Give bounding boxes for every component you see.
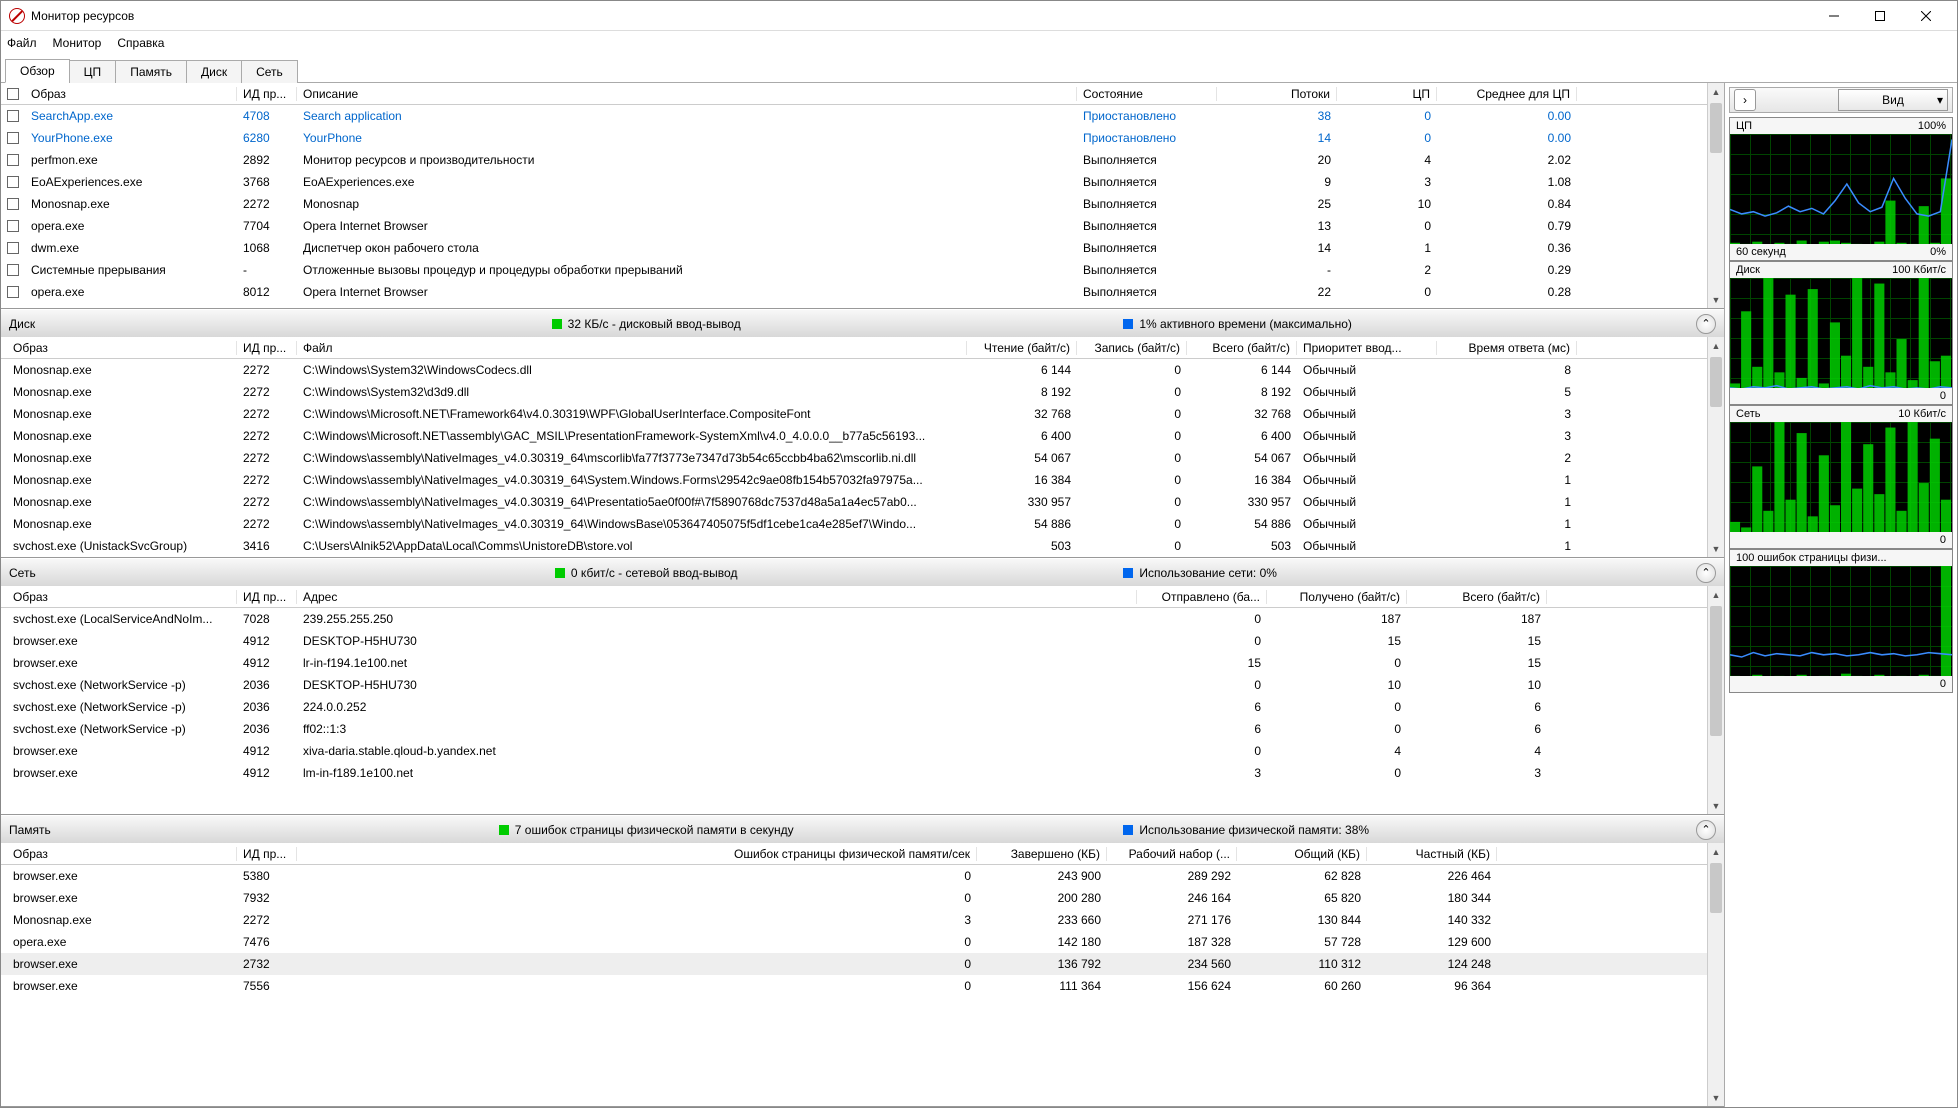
table-row[interactable]: SearchApp.exe 4708 Search application Пр… <box>1 105 1724 127</box>
net-io-icon <box>555 568 565 578</box>
disk-io-icon <box>552 319 562 329</box>
table-row[interactable]: Monosnap.exe 2272 C:\Windows\System32\d3… <box>1 381 1724 403</box>
disk-scrollbar[interactable]: ▲▼ <box>1707 337 1724 557</box>
table-row[interactable]: svchost.exe (NetworkService -p) 2036 DES… <box>1 674 1724 696</box>
table-row[interactable]: browser.exe 4912 lr-in-f194.1e100.net 15… <box>1 652 1724 674</box>
chart: Сеть10 Кбит/с 0 <box>1729 405 1953 549</box>
table-row[interactable]: browser.exe 7556 0 111 364 156 624 60 26… <box>1 975 1724 997</box>
net-usage-icon <box>1123 568 1133 578</box>
cpu-grid-header[interactable]: Образ ИД пр... Описание Состояние Потоки… <box>1 83 1724 105</box>
table-row[interactable]: svchost.exe (NetworkService -p) 2036 224… <box>1 696 1724 718</box>
table-row[interactable]: svchost.exe (NetworkService -p) 2036 ff0… <box>1 718 1724 740</box>
menu-file[interactable]: Файл <box>7 36 37 50</box>
row-checkbox[interactable] <box>7 264 19 276</box>
memory-panel-header[interactable]: Память 7 ошибок страницы физической памя… <box>1 815 1724 843</box>
table-row[interactable]: Monosnap.exe 2272 C:\Windows\Microsoft.N… <box>1 403 1724 425</box>
table-row[interactable]: browser.exe 2732 0 136 792 234 560 110 3… <box>1 953 1724 975</box>
table-row[interactable]: Monosnap.exe 2272 C:\Windows\assembly\Na… <box>1 513 1724 535</box>
row-checkbox[interactable] <box>7 110 19 122</box>
row-checkbox[interactable] <box>7 286 19 298</box>
disk-collapse-button[interactable] <box>1696 314 1716 334</box>
tab-overview[interactable]: Обзор <box>5 59 70 83</box>
table-row[interactable]: dwm.exe 1068 Диспетчер окон рабочего сто… <box>1 237 1724 259</box>
table-row[interactable]: Monosnap.exe 2272 C:\Windows\Microsoft.N… <box>1 425 1724 447</box>
app-icon <box>9 8 25 24</box>
mem-faults-icon <box>499 825 509 835</box>
row-checkbox[interactable] <box>7 242 19 254</box>
row-checkbox[interactable] <box>7 132 19 144</box>
table-row[interactable]: Monosnap.exe 2272 C:\Windows\assembly\Na… <box>1 491 1724 513</box>
charts-sidebar: › Вид ▾ ЦП100% 60 секунд0% Диск100 Кбит/… <box>1725 83 1957 1107</box>
network-grid-header[interactable]: Образ ИД пр... Адрес Отправлено (ба... П… <box>1 586 1724 608</box>
table-row[interactable]: Monosnap.exe 2272 C:\Windows\assembly\Na… <box>1 469 1724 491</box>
menu-help[interactable]: Справка <box>117 36 164 50</box>
table-row[interactable]: perfmon.exe 2892 Монитор ресурсов и прои… <box>1 149 1724 171</box>
chart: ЦП100% 60 секунд0% <box>1729 117 1953 261</box>
menubar: Файл Монитор Справка <box>1 31 1957 55</box>
chevron-down-icon: ▾ <box>1937 93 1943 107</box>
tab-network[interactable]: Сеть <box>241 60 298 83</box>
memory-scrollbar[interactable]: ▲▼ <box>1707 843 1724 1106</box>
resource-monitor-window: Монитор ресурсов Файл Монитор Справка Об… <box>0 0 1958 1108</box>
table-row[interactable]: browser.exe 4912 lm-in-f189.1e100.net 3 … <box>1 762 1724 784</box>
table-row[interactable]: opera.exe 8012 Opera Internet Browser Вы… <box>1 281 1724 303</box>
disk-grid-header[interactable]: Образ ИД пр... Файл Чтение (байт/c) Запи… <box>1 337 1724 359</box>
cpu-scrollbar[interactable]: ▲▼ <box>1707 83 1724 308</box>
table-row[interactable]: Monosnap.exe 2272 C:\Windows\assembly\Na… <box>1 447 1724 469</box>
table-row[interactable]: browser.exe 5380 0 243 900 289 292 62 82… <box>1 865 1724 887</box>
main-column: Образ ИД пр... Описание Состояние Потоки… <box>1 83 1725 1107</box>
table-row[interactable]: Системные прерывания - Отложенные вызовы… <box>1 259 1724 281</box>
table-row[interactable]: browser.exe 4912 DESKTOP-H5HU730 0 15 15 <box>1 630 1724 652</box>
tabbar: Обзор ЦП Память Диск Сеть <box>1 55 1957 83</box>
table-row[interactable]: YourPhone.exe 6280 YourPhone Приостановл… <box>1 127 1724 149</box>
row-checkbox[interactable] <box>7 220 19 232</box>
row-checkbox[interactable] <box>7 198 19 210</box>
table-row[interactable]: svchost.exe (UnistackSvcGroup) 3416 C:\U… <box>1 535 1724 557</box>
titlebar[interactable]: Монитор ресурсов <box>1 1 1957 31</box>
tab-disk[interactable]: Диск <box>186 60 242 83</box>
row-checkbox[interactable] <box>7 176 19 188</box>
expand-charts-button[interactable]: › <box>1734 89 1756 111</box>
table-row[interactable]: browser.exe 4912 xiva-daria.stable.qloud… <box>1 740 1724 762</box>
tab-memory[interactable]: Память <box>115 60 187 83</box>
close-button[interactable] <box>1903 1 1949 31</box>
disk-panel-header[interactable]: Диск 32 КБ/c - дисковый ввод-вывод 1% ак… <box>1 309 1724 337</box>
view-dropdown[interactable]: Вид ▾ <box>1838 89 1948 111</box>
table-row[interactable]: browser.exe 7932 0 200 280 246 164 65 82… <box>1 887 1724 909</box>
menu-monitor[interactable]: Монитор <box>53 36 102 50</box>
tab-cpu[interactable]: ЦП <box>69 60 117 83</box>
network-collapse-button[interactable] <box>1696 563 1716 583</box>
table-row[interactable]: Monosnap.exe 2272 3 233 660 271 176 130 … <box>1 909 1724 931</box>
row-checkbox[interactable] <box>7 154 19 166</box>
mem-usage-icon <box>1123 825 1133 835</box>
chart: Диск100 Кбит/с 0 <box>1729 261 1953 405</box>
memory-collapse-button[interactable] <box>1696 820 1716 840</box>
window-title: Монитор ресурсов <box>31 9 1811 23</box>
select-all-checkbox[interactable] <box>7 88 19 100</box>
table-row[interactable]: Monosnap.exe 2272 C:\Windows\System32\Wi… <box>1 359 1724 381</box>
network-scrollbar[interactable]: ▲▼ <box>1707 586 1724 814</box>
table-row[interactable]: opera.exe 7476 0 142 180 187 328 57 728 … <box>1 931 1724 953</box>
memory-grid-header[interactable]: Образ ИД пр... Ошибок страницы физическо… <box>1 843 1724 865</box>
table-row[interactable]: EoAExperiences.exe 3768 EoAExperiences.e… <box>1 171 1724 193</box>
chart: 100 ошибок страницы физи... 0 <box>1729 549 1953 693</box>
network-panel-header[interactable]: Сеть 0 кбит/с - сетевой ввод-вывод Испол… <box>1 558 1724 586</box>
table-row[interactable]: opera.exe 7704 Opera Internet Browser Вы… <box>1 215 1724 237</box>
maximize-button[interactable] <box>1857 1 1903 31</box>
table-row[interactable]: svchost.exe (LocalServiceAndNoIm... 7028… <box>1 608 1724 630</box>
charts-header: › Вид ▾ <box>1729 87 1953 113</box>
disk-active-icon <box>1123 319 1133 329</box>
minimize-button[interactable] <box>1811 1 1857 31</box>
table-row[interactable]: Monosnap.exe 2272 Monosnap Выполняется 2… <box>1 193 1724 215</box>
